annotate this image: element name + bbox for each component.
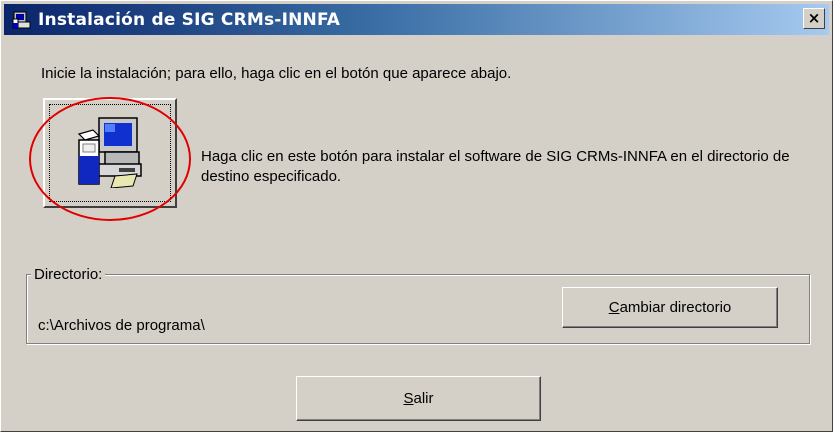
change-button-mnemonic: C bbox=[608, 299, 620, 316]
instruction-text: Inicie la instalación; para ello, haga c… bbox=[41, 65, 512, 82]
exit-button-mnemonic: S bbox=[403, 390, 414, 407]
directory-legend: Directorio: bbox=[31, 266, 106, 283]
setup-app-icon bbox=[12, 10, 32, 30]
directory-path: c:\Archivos de programa\ bbox=[38, 317, 205, 334]
title-bar[interactable]: Instalación de SIG CRMs-INNFA × bbox=[4, 4, 829, 35]
window-title: Instalación de SIG CRMs-INNFA bbox=[38, 9, 341, 30]
change-directory-button[interactable]: Cambiar directorio bbox=[562, 287, 778, 328]
exit-button[interactable]: Salir bbox=[296, 376, 541, 421]
change-button-label: ambiar directorio bbox=[619, 299, 732, 316]
close-button[interactable]: × bbox=[803, 8, 825, 29]
red-ellipse-highlight bbox=[29, 97, 191, 221]
install-description: Haga clic en este botón para instalar el… bbox=[201, 148, 790, 185]
close-icon: × bbox=[807, 9, 821, 27]
installer-window: Instalación de SIG CRMs-INNFA × Inicie l… bbox=[0, 0, 833, 432]
exit-button-label: alir bbox=[413, 390, 434, 407]
